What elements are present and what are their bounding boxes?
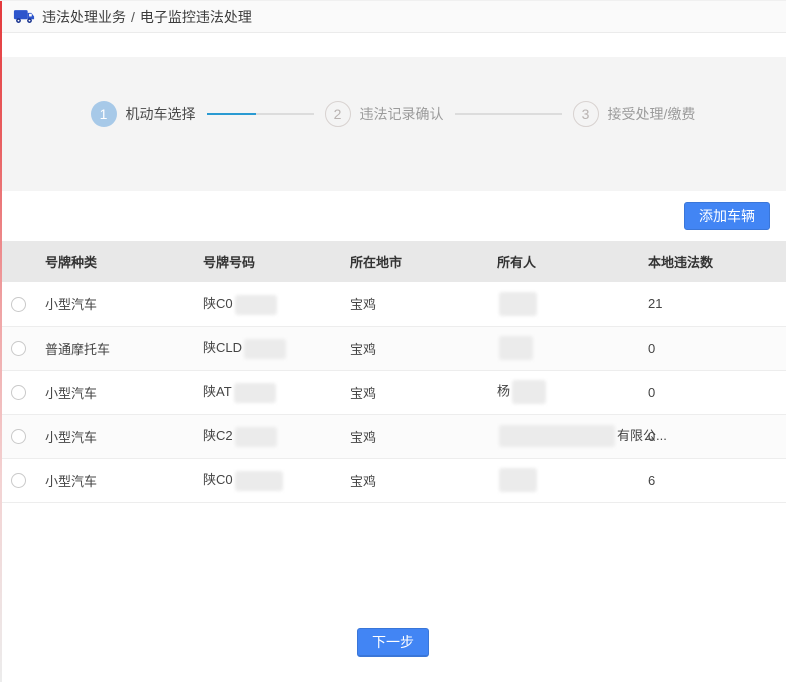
truck-icon	[13, 8, 35, 25]
redacted-blur	[235, 427, 277, 447]
cell-owner: 杨	[490, 370, 641, 414]
step-accept-pay: 3 接受处理/缴费	[573, 101, 696, 127]
redacted-blur	[235, 471, 283, 491]
header-city: 所在地市	[343, 241, 490, 282]
step-3-label: 接受处理/缴费	[608, 104, 696, 124]
connector-rest	[256, 113, 314, 115]
redacted-blur	[499, 336, 533, 360]
connector-rest	[455, 113, 562, 115]
cell-violations: 0	[641, 370, 786, 414]
cell-plate-type: 普通摩托车	[38, 326, 196, 370]
spacer	[0, 33, 786, 57]
redacted-blur	[244, 339, 286, 359]
connector-progress	[207, 113, 256, 115]
bottom-action-area: 下一步	[0, 503, 786, 683]
table-row[interactable]: 小型汽车 陕C0 宝鸡 6	[0, 458, 786, 502]
step-violation-confirm: 2 违法记录确认	[325, 101, 444, 127]
row-radio[interactable]	[11, 341, 26, 356]
cell-owner: 有限公...	[490, 414, 641, 458]
step-1-label: 机动车选择	[126, 104, 196, 124]
cell-owner	[490, 326, 641, 370]
cell-city: 宝鸡	[343, 458, 490, 502]
step-2-label: 违法记录确认	[360, 104, 444, 124]
redacted-blur	[234, 383, 276, 403]
steps-panel: 1 机动车选择 2 违法记录确认 3 接受处理/缴费	[0, 57, 786, 191]
cell-owner	[490, 458, 641, 502]
cell-violations: 21	[641, 282, 786, 326]
cell-plate-number: 陕C0	[196, 282, 343, 326]
header-radio-spacer	[0, 241, 38, 282]
cell-owner	[490, 282, 641, 326]
left-accent-edge	[0, 1, 2, 682]
header-owner: 所有人	[490, 241, 641, 282]
cell-city: 宝鸡	[343, 282, 490, 326]
breadcrumb-page: 电子监控违法处理	[140, 7, 252, 27]
breadcrumb-section[interactable]: 违法处理业务	[42, 7, 126, 27]
table-header-row: 号牌种类 号牌号码 所在地市 所有人 本地违法数	[0, 241, 786, 282]
next-step-button[interactable]: 下一步	[357, 628, 429, 657]
add-vehicle-button[interactable]: 添加车辆	[684, 202, 770, 230]
row-radio[interactable]	[11, 429, 26, 444]
redacted-blur	[512, 380, 546, 404]
breadcrumb-bar: 违法处理业务 / 电子监控违法处理	[0, 1, 786, 33]
row-radio[interactable]	[11, 473, 26, 488]
cell-plate-number: 陕AT	[196, 370, 343, 414]
redacted-blur	[499, 468, 537, 492]
step-2-circle: 2	[325, 101, 351, 127]
toolbar: 添加车辆	[0, 191, 786, 241]
cell-city: 宝鸡	[343, 370, 490, 414]
step-connector-1	[207, 113, 314, 115]
row-radio[interactable]	[11, 297, 26, 312]
redacted-blur	[499, 425, 615, 447]
redacted-blur	[235, 295, 277, 315]
cell-city: 宝鸡	[343, 326, 490, 370]
header-plate-number: 号牌号码	[196, 241, 343, 282]
page: 违法处理业务 / 电子监控违法处理 1 机动车选择 2 违法记录确认 3	[0, 0, 786, 681]
cell-violations: 6	[641, 458, 786, 502]
cell-plate-type: 小型汽车	[38, 282, 196, 326]
step-3-circle: 3	[573, 101, 599, 127]
cell-violations: 0	[641, 326, 786, 370]
cell-plate-type: 小型汽车	[38, 370, 196, 414]
row-radio[interactable]	[11, 385, 26, 400]
table-row[interactable]: 小型汽车 陕C0 宝鸡 21	[0, 282, 786, 326]
breadcrumb-separator: /	[131, 9, 135, 25]
step-wizard: 1 机动车选择 2 违法记录确认 3 接受处理/缴费	[91, 101, 696, 127]
table-row[interactable]: 小型汽车 陕C2 宝鸡 有限公... 0	[0, 414, 786, 458]
table-row[interactable]: 普通摩托车 陕CLD 宝鸡 0	[0, 326, 786, 370]
header-plate-type: 号牌种类	[38, 241, 196, 282]
cell-city: 宝鸡	[343, 414, 490, 458]
vehicle-table: 号牌种类 号牌号码 所在地市 所有人 本地违法数 小型汽车 陕C0 宝鸡 21 …	[0, 241, 786, 503]
step-vehicle-select: 1 机动车选择	[91, 101, 196, 127]
redacted-blur	[499, 292, 537, 316]
cell-plate-number: 陕C0	[196, 458, 343, 502]
table-row[interactable]: 小型汽车 陕AT 宝鸡 杨 0	[0, 370, 786, 414]
cell-plate-number: 陕C2	[196, 414, 343, 458]
cell-plate-number: 陕CLD	[196, 326, 343, 370]
step-1-circle: 1	[91, 101, 117, 127]
cell-plate-type: 小型汽车	[38, 458, 196, 502]
header-violation-count: 本地违法数	[641, 241, 786, 282]
step-connector-2	[455, 113, 562, 115]
cell-plate-type: 小型汽车	[38, 414, 196, 458]
